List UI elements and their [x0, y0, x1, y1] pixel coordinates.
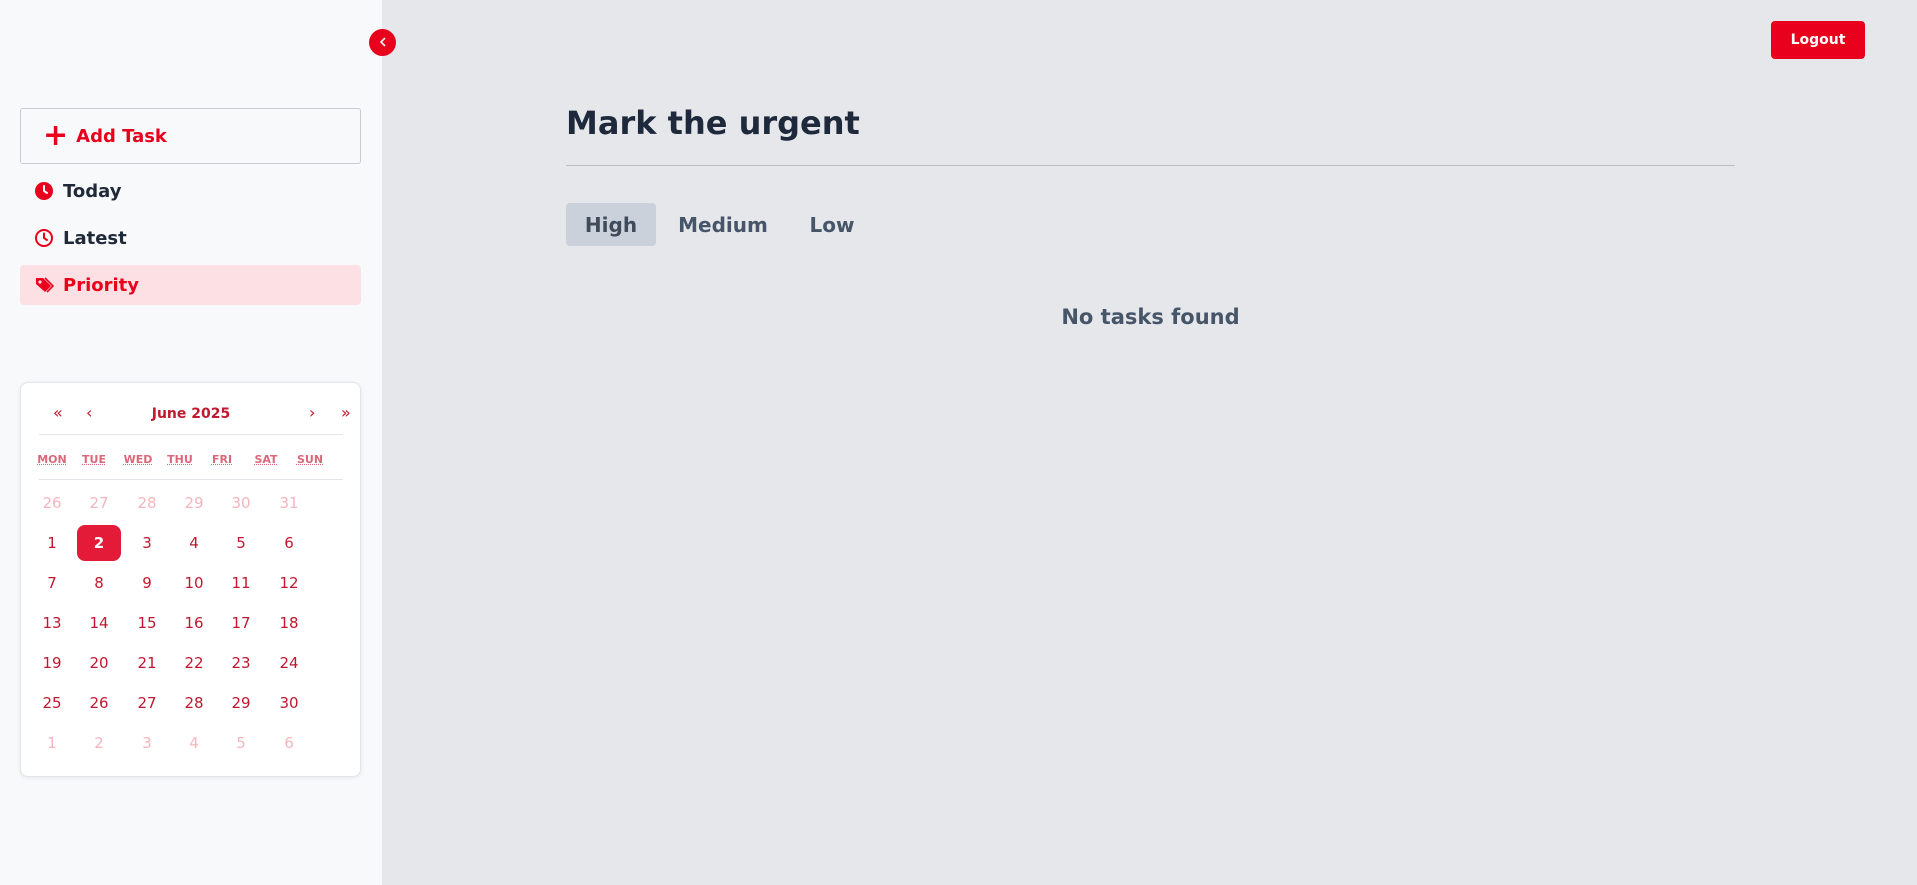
weekday-label: FRI [211, 453, 233, 466]
calendar-day[interactable]: 18 [267, 605, 311, 641]
prev-month-button[interactable]: ‹ [86, 403, 92, 422]
weekday-label: SUN [296, 453, 324, 466]
calendar-header: « ‹ June 2025 › » [39, 403, 351, 425]
calendar-day[interactable]: 16 [172, 605, 216, 641]
weekday-label: SAT [254, 453, 278, 466]
calendar-day[interactable]: 22 [172, 645, 216, 681]
tags-icon [34, 275, 54, 295]
calendar-day[interactable]: 15 [125, 605, 169, 641]
plus-icon: + [43, 118, 69, 153]
calendar-day[interactable]: 7 [30, 565, 74, 601]
clock-filled-icon [34, 181, 54, 201]
sidebar-item-label: Latest [63, 227, 127, 249]
weekday-label: TUE [82, 453, 106, 466]
tab-low[interactable]: Low [790, 203, 874, 246]
calendar-day[interactable]: 26 [30, 485, 74, 521]
calendar-day[interactable]: 1 [30, 525, 74, 561]
calendar-day[interactable]: 26 [77, 685, 121, 721]
logout-button[interactable]: Logout [1771, 21, 1865, 59]
calendar-day[interactable]: 3 [125, 725, 169, 761]
calendar-day[interactable]: 21 [125, 645, 169, 681]
calendar-day[interactable]: 27 [77, 485, 121, 521]
calendar-day[interactable]: 5 [219, 525, 263, 561]
empty-state-message: No tasks found [1061, 305, 1240, 329]
calendar-day[interactable]: 1 [30, 725, 74, 761]
calendar-day[interactable]: 29 [219, 685, 263, 721]
calendar-day[interactable]: 5 [219, 725, 263, 761]
tab-medium[interactable]: Medium [660, 203, 786, 246]
next-month-button[interactable]: › [309, 403, 315, 422]
tab-high[interactable]: High [566, 203, 656, 246]
calendar-day[interactable]: 9 [125, 565, 169, 601]
chevron-left-icon [378, 35, 388, 50]
calendar-divider [39, 434, 343, 435]
calendar-day[interactable]: 27 [125, 685, 169, 721]
calendar-day[interactable]: 4 [172, 525, 216, 561]
calendar-day[interactable]: 13 [30, 605, 74, 641]
calendar-day[interactable]: 29 [172, 485, 216, 521]
clock-outline-icon [34, 228, 54, 248]
add-task-button[interactable]: + Add Task [20, 108, 361, 164]
prev-year-button[interactable]: « [53, 403, 63, 422]
calendar-day[interactable]: 12 [267, 565, 311, 601]
calendar-day[interactable]: 23 [219, 645, 263, 681]
calendar-day[interactable]: 30 [219, 485, 263, 521]
calendar: « ‹ June 2025 › » MON TUE WED THU FRI SA… [20, 382, 361, 777]
sidebar-item-label: Priority [63, 274, 139, 296]
sidebar-item-label: Today [63, 180, 122, 202]
calendar-month-label: June 2025 [151, 406, 231, 422]
weekday-label: MON [37, 453, 67, 466]
add-task-label: Add Task [76, 125, 167, 147]
sidebar-item-latest[interactable]: Latest [20, 218, 361, 258]
calendar-day[interactable]: 20 [77, 645, 121, 681]
title-divider [566, 165, 1735, 166]
next-year-button[interactable]: » [341, 403, 351, 422]
calendar-day[interactable]: 2 [77, 725, 121, 761]
priority-tabs: High Medium Low [566, 203, 874, 246]
calendar-day[interactable]: 25 [30, 685, 74, 721]
sidebar-item-priority[interactable]: Priority [20, 265, 361, 305]
calendar-day[interactable]: 11 [219, 565, 263, 601]
calendar-day[interactable]: 28 [172, 685, 216, 721]
calendar-day[interactable]: 24 [267, 645, 311, 681]
collapse-sidebar-button[interactable] [369, 29, 396, 56]
calendar-day[interactable]: 8 [77, 565, 121, 601]
calendar-day[interactable]: 2 [77, 525, 121, 561]
calendar-day[interactable]: 3 [125, 525, 169, 561]
calendar-day[interactable]: 28 [125, 485, 169, 521]
calendar-day[interactable]: 4 [172, 725, 216, 761]
calendar-day[interactable]: 17 [219, 605, 263, 641]
calendar-day[interactable]: 30 [267, 685, 311, 721]
weekday-label: WED [123, 453, 153, 466]
calendar-day[interactable]: 10 [172, 565, 216, 601]
calendar-divider [39, 479, 343, 480]
calendar-day[interactable]: 14 [77, 605, 121, 641]
sidebar: + Add Task Today Latest Priority « ‹ Jun… [0, 0, 396, 885]
calendar-day[interactable]: 31 [267, 485, 311, 521]
calendar-day[interactable]: 6 [267, 725, 311, 761]
sidebar-item-today[interactable]: Today [20, 171, 361, 211]
calendar-day[interactable]: 19 [30, 645, 74, 681]
weekday-label: THU [167, 453, 193, 466]
calendar-day[interactable]: 6 [267, 525, 311, 561]
page-title: Mark the urgent [566, 104, 860, 142]
